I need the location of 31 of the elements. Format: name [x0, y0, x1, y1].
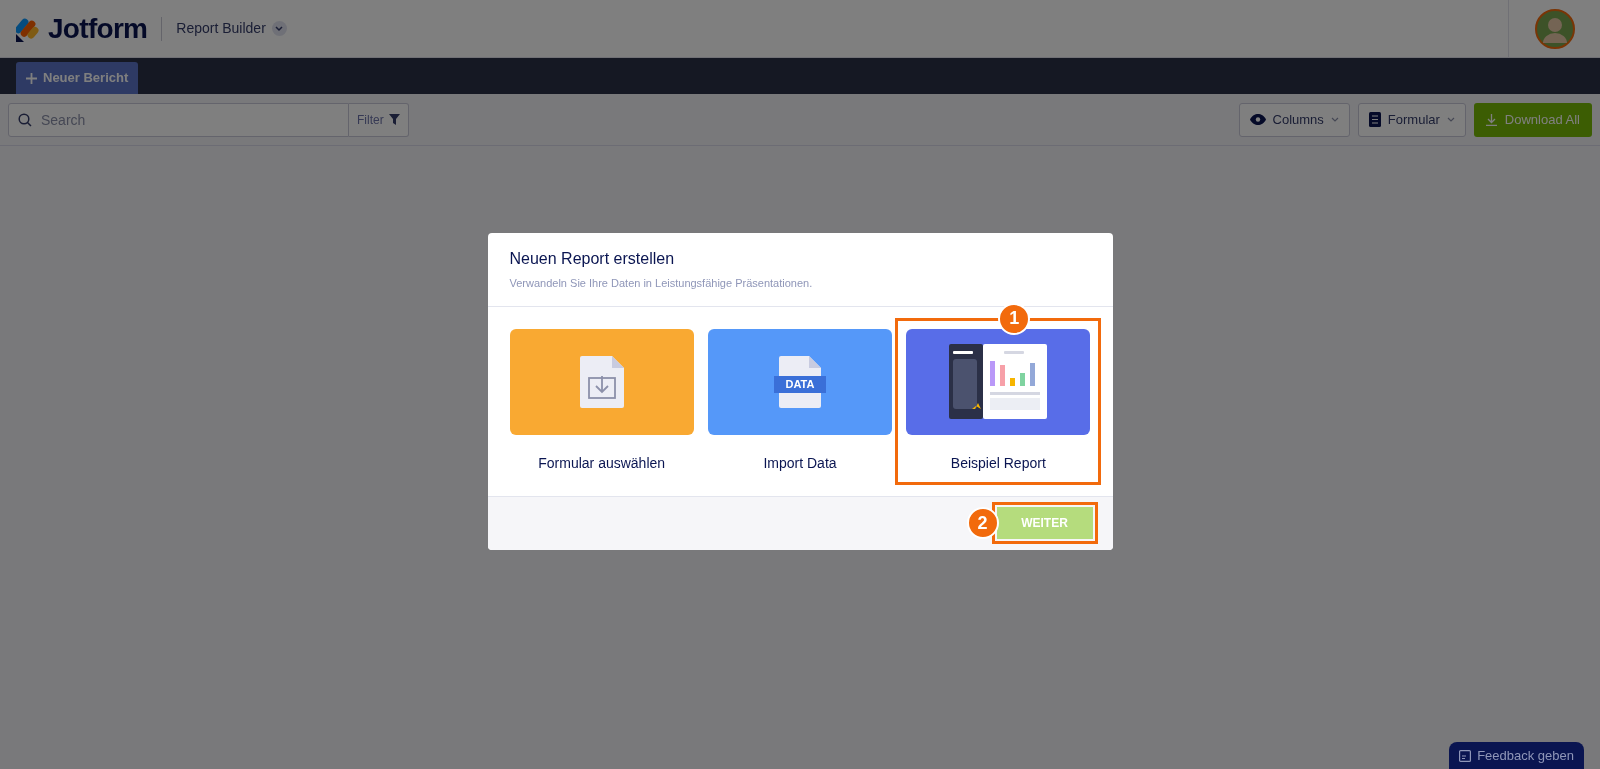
search-field[interactable]: Search [8, 102, 349, 137]
download-icon [1485, 113, 1497, 126]
search-icon [18, 112, 32, 127]
plus-icon [26, 72, 37, 84]
step-number-badge: 2 [966, 507, 999, 539]
feedback-button[interactable]: Feedback geben [1449, 742, 1584, 769]
logo-icon [16, 15, 40, 42]
dialog-title: Neuen Report erstellen [509, 249, 676, 269]
new-report-tab[interactable]: Neuer Bericht [16, 62, 139, 94]
form-select-button[interactable]: Formular [1357, 102, 1466, 137]
app-switcher[interactable]: Report Builder [176, 18, 287, 39]
document-icon [1368, 112, 1381, 127]
step-number-badge: 1 [998, 302, 1031, 335]
brand-name: Jotform [48, 11, 148, 46]
report-option[interactable]: Formular auswählen [509, 328, 694, 474]
option-label: Formular auswählen [538, 453, 666, 473]
filter-button[interactable]: Filter [349, 102, 409, 137]
eye-icon [1249, 114, 1266, 125]
report-option[interactable]: DATA Import Data [707, 328, 893, 474]
columns-button[interactable]: Columns [1238, 102, 1350, 137]
funnel-icon [388, 114, 400, 125]
chevron-down-icon [1330, 116, 1339, 123]
report-dashboard-icon [949, 344, 1048, 419]
dialog-subtitle: Verwandeln Sie Ihre Daten in Leistungsfähige Präsentationen. [509, 276, 814, 291]
file-download-icon [579, 355, 624, 408]
option-label: Import Data [763, 453, 837, 473]
chevron-down-icon [1446, 116, 1455, 123]
option-label: Beispiel Report [950, 453, 1046, 473]
chevron-down-icon [271, 21, 287, 36]
avatar-icon[interactable] [1534, 8, 1575, 49]
feedback-icon [1459, 749, 1472, 762]
